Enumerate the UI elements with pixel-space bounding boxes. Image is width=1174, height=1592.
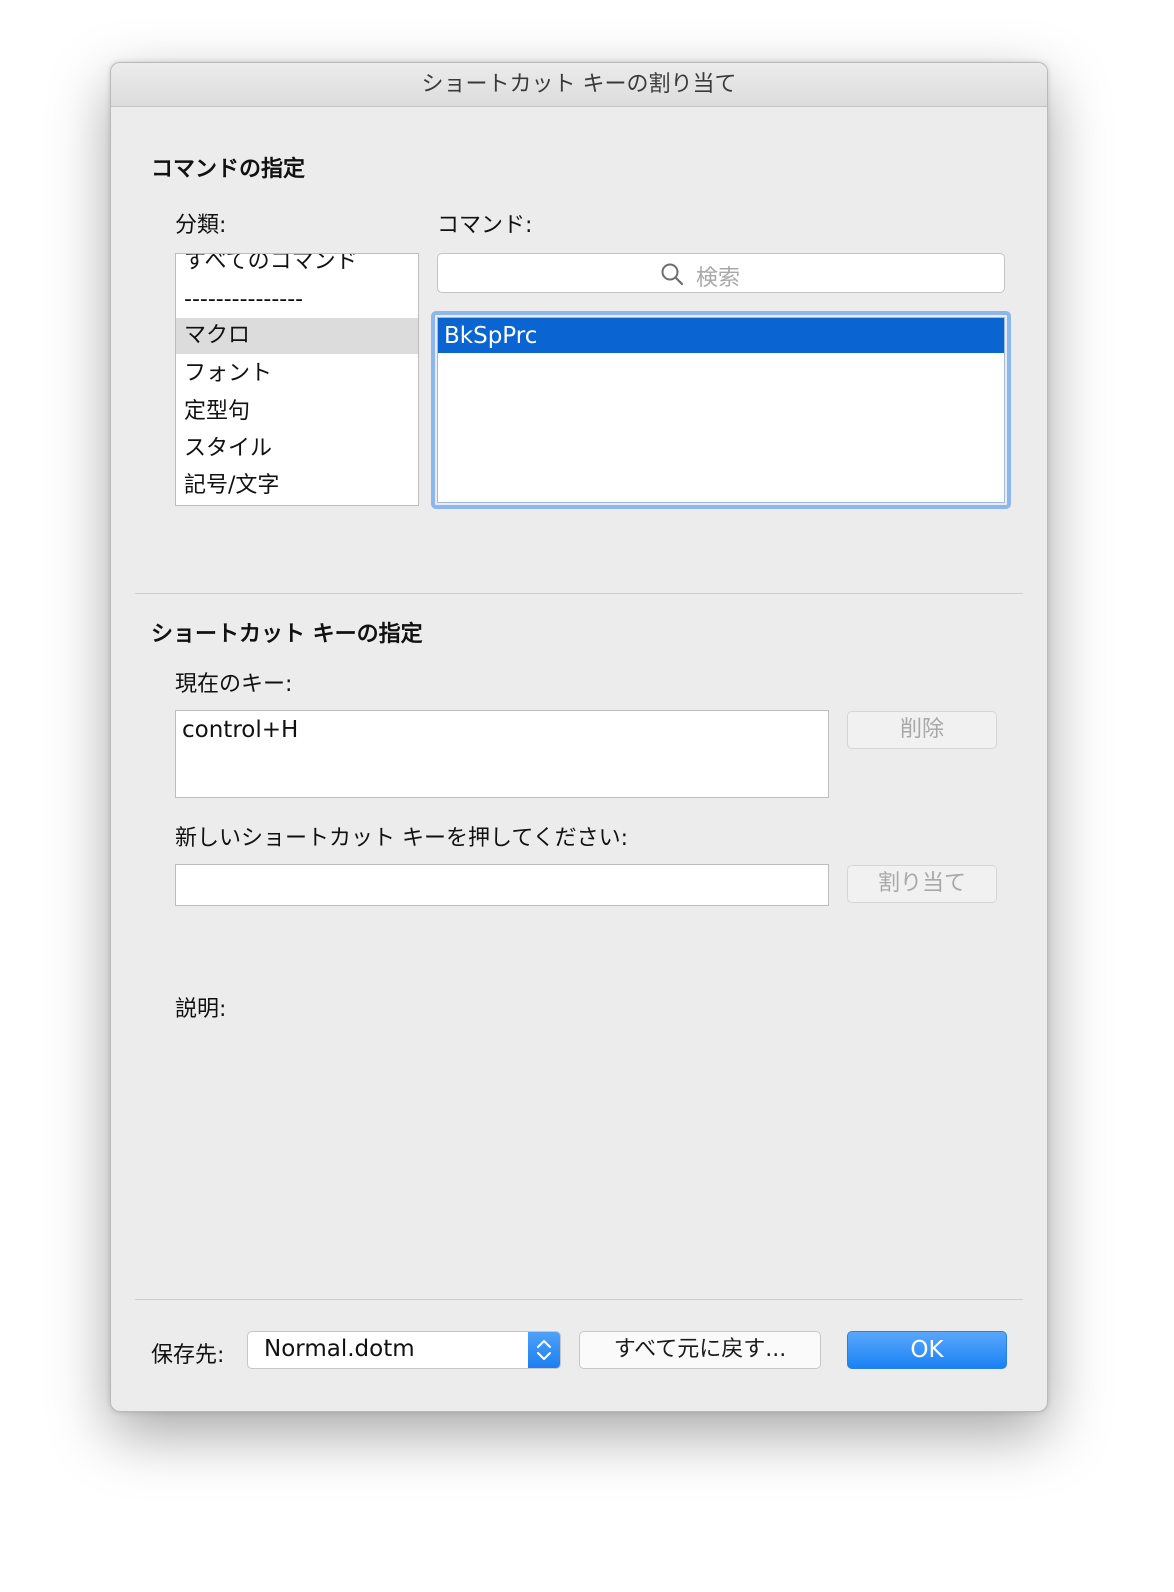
ok-button[interactable]: OK bbox=[847, 1331, 1007, 1369]
current-keys-label: 現在のキー: bbox=[175, 672, 293, 697]
search-placeholder: 検索 bbox=[696, 266, 741, 291]
category-label: 分類: bbox=[175, 213, 227, 238]
category-item-style[interactable]: スタイル bbox=[176, 431, 418, 467]
footer-divider bbox=[135, 1299, 1023, 1300]
category-item-autotext[interactable]: 定型句 bbox=[176, 394, 418, 430]
category-item-font[interactable]: フォント bbox=[176, 356, 418, 392]
reset-all-button[interactable]: すべて元に戻す... bbox=[579, 1331, 821, 1369]
section-divider bbox=[135, 593, 1023, 594]
new-key-label: 新しいショートカット キーを押してください: bbox=[175, 826, 629, 851]
command-list[interactable]: BkSpPrc bbox=[437, 317, 1005, 503]
shortcut-dialog: ショートカット キーの割り当て コマンドの指定 分類: コマンド: すべてのコマ… bbox=[110, 62, 1048, 1412]
assign-button[interactable]: 割り当て bbox=[847, 865, 997, 903]
category-item-all-commands[interactable]: すべてのコマンド bbox=[176, 254, 418, 280]
up-down-chevron-icon bbox=[537, 1340, 551, 1360]
dialog-title: ショートカット キーの割り当て bbox=[111, 63, 1047, 107]
save-in-select[interactable]: Normal.dotm bbox=[247, 1331, 561, 1369]
category-item-symbols[interactable]: 記号/文字 bbox=[176, 468, 418, 504]
category-list[interactable]: すべてのコマンド --------------- マクロ フォント 定型句 スタ… bbox=[175, 253, 419, 506]
category-item-macro[interactable]: マクロ bbox=[176, 318, 418, 354]
description-label: 説明: bbox=[175, 997, 227, 1022]
command-label: コマンド: bbox=[437, 213, 533, 238]
category-item-separator: --------------- bbox=[184, 287, 304, 312]
current-keys-list[interactable]: control+H bbox=[175, 710, 829, 798]
command-section-title: コマンドの指定 bbox=[151, 157, 306, 182]
select-stepper[interactable] bbox=[528, 1332, 560, 1368]
shortcut-section-title: ショートカット キーの指定 bbox=[151, 622, 423, 647]
command-search-field[interactable]: 検索 bbox=[437, 253, 1005, 293]
save-in-value: Normal.dotm bbox=[264, 1336, 415, 1362]
save-in-label: 保存先: bbox=[151, 1343, 225, 1368]
command-item-selected[interactable]: BkSpPrc bbox=[438, 318, 1004, 353]
current-key-item[interactable]: control+H bbox=[182, 717, 298, 743]
remove-button[interactable]: 削除 bbox=[847, 711, 997, 749]
magnifier-icon bbox=[661, 263, 684, 286]
new-shortcut-field[interactable] bbox=[175, 864, 829, 906]
